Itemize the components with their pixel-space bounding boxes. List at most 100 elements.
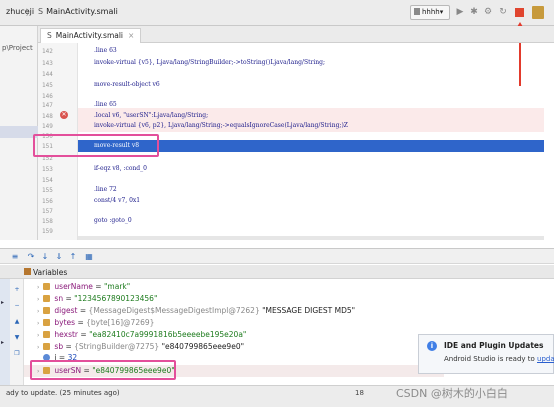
step-into-icon[interactable]: ↓ [40,252,50,261]
move-down-icon[interactable]: ▼ [12,333,22,343]
code-line[interactable]: goto :goto_0 [94,217,132,224]
variable-name: digest [54,306,78,315]
breadcrumb-file[interactable]: S MainActivity.smali [38,7,118,16]
debug-icon[interactable]: ✱ [468,6,480,18]
variable-value: "1234567890123456" [74,294,158,303]
field-icon [43,343,51,350]
variable-row[interactable]: › bytes = {byte[16]@7269} [37,318,154,329]
code-line[interactable]: invoke-virtual {v6, p2}, Ljava/lang/Stri… [94,122,348,129]
variable-row[interactable]: › userName = "mark" [37,282,130,293]
variable-name: hexstr [54,330,79,339]
code-line[interactable]: .line 63 [94,47,117,54]
editor-tab-bar: S MainActivity.smali × [38,26,554,43]
code-line[interactable]: invoke-virtual {v5}, Ljava/lang/StringBu… [94,59,325,66]
breadcrumb-separator: 〉 [26,8,34,17]
frames-panel[interactable]: ▸ ▸ [0,279,10,385]
close-icon[interactable]: × [128,31,134,40]
info-icon: i [427,341,437,351]
variable-name: userName [54,282,93,291]
variable-value: "MESSAGE DIGEST MD5" [262,306,356,315]
project-panel-label[interactable]: p\Project [2,44,33,52]
device-icon [414,8,420,15]
variables-icon [24,268,31,275]
run-config-label: hhhh [422,8,440,16]
project-panel: p\Project [0,26,38,240]
variable-row[interactable]: › sn = "1234567890123456" [37,294,157,305]
editor-horizontal-scrollbar[interactable] [78,236,544,240]
code-line[interactable]: const/4 v7, 0x1 [94,197,140,204]
line-number: 147 [42,102,53,109]
status-message[interactable]: ady to update. (25 minutes ago) [6,389,120,397]
attach-debugger-icon[interactable]: ⚙ [482,6,494,18]
chevron-right-icon[interactable]: › [37,332,39,339]
annotation-box-current-line [33,134,159,157]
code-line[interactable]: .local v6, "userSN":Ljava/lang/String; [94,112,208,119]
line-number: 149 [42,123,53,130]
field-icon [43,283,51,290]
line-number: 158 [42,218,53,225]
chevron-right-icon[interactable]: › [37,284,39,291]
step-over-icon[interactable]: ↷ [26,252,36,261]
run-config-dropdown[interactable]: hhhh▾ [410,5,450,20]
variable-name: bytes [54,318,76,327]
sdk-manager-icon[interactable] [532,6,544,19]
variable-row[interactable]: › sb = {StringBuilder@7275} "e840799865ee… [37,342,244,353]
field-icon [43,295,51,302]
line-number: 142 [42,48,53,55]
notification-title: IDE and Plugin Updates [444,341,544,350]
variable-row[interactable]: › digest = {MessageDigest$MessageDigestIm… [37,306,355,317]
annotation-box-usersn [30,360,176,380]
variable-type: {MessageDigest$MessageDigestImpl@7262} [88,306,260,315]
chevron-right-icon[interactable]: › [37,320,39,327]
line-number: 145 [42,82,53,89]
variable-type: {byte[16]@7269} [86,318,155,327]
caret-position[interactable]: 18 [355,389,364,397]
line-number: 148 [42,113,53,120]
run-icon[interactable]: ▶ [454,6,466,18]
line-number: 154 [42,177,53,184]
line-number: 156 [42,198,53,205]
line-number: 143 [42,60,53,67]
variable-row[interactable]: › hexstr = "ea82410c7a9991816b5eeeebe195e… [37,330,246,341]
notification-body: Android Studio is ready to upda [444,355,554,363]
frame-item[interactable]: ▸ [1,339,4,346]
copy-icon[interactable]: ❐ [12,349,22,359]
line-number: 146 [42,93,53,100]
stop-button[interactable] [515,8,524,17]
variable-value: "mark" [103,282,131,291]
chevron-down-icon: ▾ [439,8,444,16]
update-notification[interactable]: i IDE and Plugin Updates Android Studio … [418,334,554,374]
step-out-icon[interactable]: ↑ [68,252,78,261]
show-execution-point-icon[interactable]: ≡ [10,252,20,261]
remove-watch-icon[interactable]: − [12,301,22,311]
line-number: 159 [42,228,53,235]
variable-type: {StringBuilder@7275} [74,342,160,351]
code-line[interactable]: if-eqz v8, :cond_0 [94,165,147,172]
variable-name: sb [54,342,64,351]
smali-file-icon: S [47,31,52,40]
move-up-icon[interactable]: ▲ [12,317,22,327]
smali-file-icon: S [38,7,44,16]
breakpoint-icon[interactable]: ✕ [60,111,68,119]
apply-changes-icon[interactable]: ↻ [497,6,509,18]
watermark: CSDN @树木的小白白 [396,387,508,400]
code-line[interactable]: .line 72 [94,186,117,193]
code-line[interactable]: move-result-object v6 [94,81,160,88]
frame-item[interactable]: ▸ [1,299,4,306]
chevron-right-icon[interactable]: › [37,308,39,315]
update-link[interactable]: upda [537,355,554,363]
new-watch-icon[interactable]: + [12,285,22,295]
chevron-right-icon[interactable]: › [37,344,39,351]
force-step-into-icon[interactable]: ⇓ [54,252,64,261]
tab-label: MainActivity.smali [55,31,124,40]
variable-value: "ea82410c7a9991816b5eeeebe195e20a" [89,330,247,339]
field-icon [43,319,51,326]
tab-mainactivity-smali[interactable]: S MainActivity.smali × [40,28,142,43]
evaluate-expression-icon[interactable]: ▦ [84,252,94,261]
variables-header [0,265,554,279]
chevron-right-icon[interactable]: › [37,296,39,303]
line-number: 155 [42,187,53,194]
code-line[interactable]: .line 65 [94,101,117,108]
variable-value: "e840799865eee9e0" [161,342,245,351]
variable-name: sn [54,294,64,303]
